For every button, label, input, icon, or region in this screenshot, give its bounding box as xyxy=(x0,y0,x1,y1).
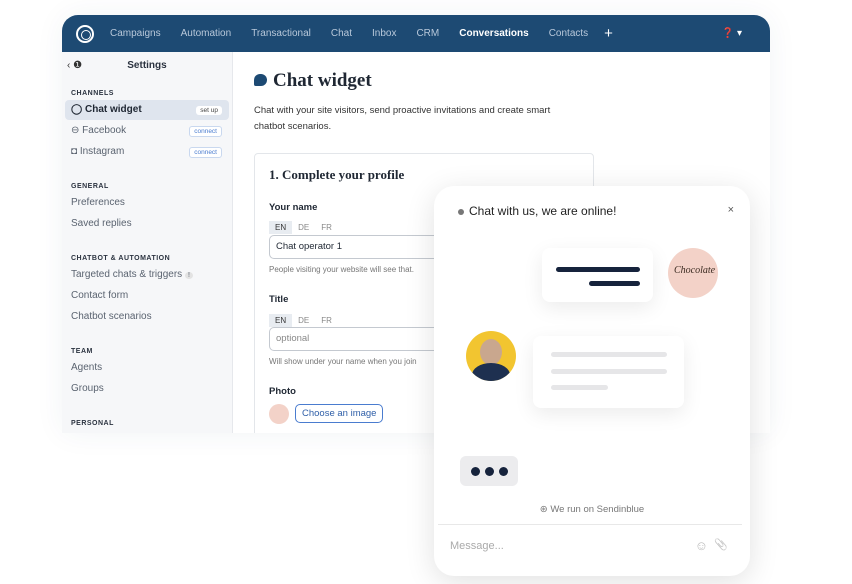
photo-label: Photo xyxy=(269,386,296,397)
title-lang-tabs: EN DE FR xyxy=(269,314,338,327)
nav-contacts[interactable]: Contacts xyxy=(549,28,588,39)
title-label: Title xyxy=(269,294,289,305)
section-channels: CHANNELS xyxy=(71,90,114,97)
nav-automation[interactable]: Automation xyxy=(181,28,232,39)
photo-preview-avatar xyxy=(269,404,289,424)
sidebar-item-chatbot-scenarios[interactable]: Chatbot scenarios xyxy=(71,311,152,322)
section-general: GENERAL xyxy=(71,183,109,190)
divider xyxy=(438,524,742,525)
sendinblue-icon: ⊛ xyxy=(539,504,551,515)
chocolate-brand-avatar: Chocolate xyxy=(668,248,718,298)
settings-sidebar: ‹ ❶ Settings CHANNELS ◯ Chat widget set … xyxy=(62,52,233,433)
name-hint: People visiting your website will see th… xyxy=(269,265,414,274)
message-line xyxy=(551,385,608,390)
name-label: Your name xyxy=(269,202,318,213)
title-hint: Will show under your name when you join xyxy=(269,357,417,366)
close-icon[interactable]: × xyxy=(728,204,734,216)
connect-facebook-button[interactable]: connect xyxy=(189,126,222,137)
nav-chat[interactable]: Chat xyxy=(331,28,352,39)
attach-icon[interactable]: 📎 xyxy=(714,538,728,551)
sendinblue-logo-icon[interactable] xyxy=(76,24,94,43)
agent-message-bubble xyxy=(533,336,684,408)
message-line xyxy=(556,267,640,272)
online-status-icon xyxy=(458,208,464,215)
message-line xyxy=(551,369,667,374)
sidebar-item-preferences[interactable]: Preferences xyxy=(71,197,125,208)
typing-indicator xyxy=(460,456,518,486)
card-title: 1. Complete your profile xyxy=(269,167,405,182)
powered-by[interactable]: ⊛ We run on Sendinblue xyxy=(434,504,750,515)
section-personal: PERSONAL xyxy=(71,420,114,427)
messenger-icon: ⊖ xyxy=(71,125,83,136)
nav-campaigns[interactable]: Campaigns xyxy=(110,28,161,39)
sidebar-item-chat-widget[interactable]: ◯ Chat widget xyxy=(71,104,142,115)
setup-badge[interactable]: set up xyxy=(196,106,222,115)
instagram-icon: ◘ xyxy=(71,146,80,157)
nav-crm[interactable]: CRM xyxy=(416,28,439,39)
nav-conversations[interactable]: Conversations xyxy=(459,28,528,39)
message-input[interactable]: Message... xyxy=(450,540,504,552)
lang-en[interactable]: EN xyxy=(269,314,293,327)
message-line xyxy=(589,281,640,286)
sidebar-item-contact-form[interactable]: Contact form xyxy=(71,290,128,301)
widget-header: Chat with us, we are online! xyxy=(458,204,616,218)
info-icon: ! xyxy=(184,272,193,279)
lang-de[interactable]: DE xyxy=(292,314,315,327)
lang-fr[interactable]: FR xyxy=(315,221,338,234)
page-title: Chat widget xyxy=(254,70,372,92)
sidebar-item-groups[interactable]: Groups xyxy=(71,383,104,394)
message-line xyxy=(551,352,667,357)
visitor-message-bubble xyxy=(542,248,653,302)
lang-fr[interactable]: FR xyxy=(315,314,338,327)
top-nav: Campaigns Automation Transactional Chat … xyxy=(62,15,770,52)
chat-widget-preview: Chat with us, we are online! × Chocolate… xyxy=(434,186,750,576)
sidebar-item-saved-replies[interactable]: Saved replies xyxy=(71,218,132,229)
nav-transactional[interactable]: Transactional xyxy=(251,28,311,39)
chat-bubble-icon: ◯ xyxy=(71,104,85,115)
agent-avatar xyxy=(466,331,516,381)
add-icon[interactable]: + xyxy=(604,25,613,42)
connect-instagram-button[interactable]: connect xyxy=(189,147,222,158)
section-chatbot: CHATBOT & AUTOMATION xyxy=(71,255,171,262)
lang-en[interactable]: EN xyxy=(269,221,293,234)
chat-icon xyxy=(254,74,267,86)
nav-inbox[interactable]: Inbox xyxy=(372,28,396,39)
section-team: TEAM xyxy=(71,348,93,355)
name-lang-tabs: EN DE FR xyxy=(269,221,338,234)
sidebar-item-targeted-chats[interactable]: Targeted chats & triggers ! xyxy=(71,269,193,280)
sidebar-title: Settings xyxy=(127,60,167,71)
page-description: Chat with your site visitors, send proac… xyxy=(254,105,551,132)
emoji-icon[interactable]: ☺ xyxy=(695,538,708,553)
sidebar-item-facebook[interactable]: ⊖ Facebook xyxy=(71,125,126,136)
lang-de[interactable]: DE xyxy=(292,221,315,234)
sidebar-item-agents[interactable]: Agents xyxy=(71,362,102,373)
help-menu[interactable]: ❓ ▾ xyxy=(722,28,742,39)
sidebar-item-instagram[interactable]: ◘ Instagram xyxy=(71,146,124,157)
choose-image-button[interactable]: Choose an image xyxy=(295,404,384,423)
